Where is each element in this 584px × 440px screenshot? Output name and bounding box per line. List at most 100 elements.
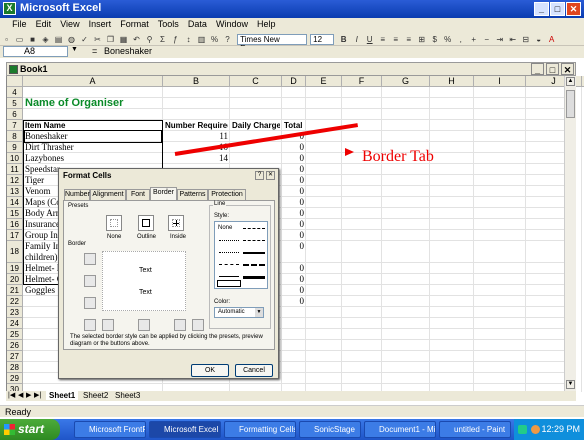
row-header[interactable]: 21 bbox=[7, 285, 23, 296]
task-excel[interactable]: Microsoft Excel bbox=[149, 421, 221, 438]
border-diagonal-down-button[interactable] bbox=[192, 319, 204, 331]
zoom-icon[interactable]: % bbox=[209, 34, 220, 45]
preset-inside-button[interactable] bbox=[168, 215, 184, 231]
menu-view[interactable]: View bbox=[57, 18, 82, 30]
row-header[interactable]: 11 bbox=[7, 164, 23, 175]
sheet-tab-1[interactable]: Sheet1 bbox=[46, 391, 79, 400]
percent-icon[interactable]: % bbox=[442, 34, 453, 45]
cell[interactable] bbox=[284, 318, 304, 329]
column-header[interactable]: E bbox=[306, 76, 342, 87]
cell[interactable]: 0 bbox=[284, 153, 305, 164]
tray-icon[interactable] bbox=[518, 425, 527, 434]
border-right-button[interactable] bbox=[174, 319, 186, 331]
align-right-icon[interactable]: ≡ bbox=[403, 34, 414, 45]
increase-decimal-icon[interactable]: + bbox=[468, 34, 479, 45]
permission-icon[interactable]: ◈ bbox=[40, 34, 51, 45]
cell[interactable] bbox=[284, 340, 304, 351]
fill-color-icon[interactable]: ◒ bbox=[533, 34, 544, 45]
minimize-icon[interactable]: _ bbox=[534, 2, 549, 16]
row-header[interactable]: 29 bbox=[7, 373, 23, 384]
close-icon[interactable]: ✕ bbox=[566, 2, 581, 16]
cell[interactable] bbox=[284, 329, 304, 340]
row-header[interactable]: 27 bbox=[7, 351, 23, 362]
cell[interactable]: 0 bbox=[284, 175, 305, 186]
cell[interactable] bbox=[25, 109, 161, 120]
cell[interactable] bbox=[284, 351, 304, 362]
row-header[interactable]: 10 bbox=[7, 153, 23, 164]
row-header[interactable]: 25 bbox=[7, 329, 23, 340]
print-preview-icon[interactable]: ◍ bbox=[66, 34, 77, 45]
outdent-icon[interactable]: ⇤ bbox=[507, 34, 518, 45]
row-header[interactable]: 28 bbox=[7, 362, 23, 373]
column-header[interactable]: H bbox=[430, 76, 474, 87]
style-option[interactable] bbox=[219, 240, 239, 241]
border-preview[interactable]: Text Text bbox=[102, 251, 186, 311]
currency-icon[interactable]: $ bbox=[429, 34, 440, 45]
print-icon[interactable]: ▤ bbox=[53, 34, 64, 45]
style-selected-option[interactable] bbox=[217, 280, 241, 287]
item-cell[interactable]: Dirt Thrasher bbox=[25, 142, 161, 153]
chart-icon[interactable]: ▥ bbox=[196, 34, 207, 45]
font-name-box[interactable]: Times New Roman bbox=[237, 34, 308, 53]
dialog-help-icon[interactable]: ? bbox=[255, 171, 264, 180]
cell[interactable] bbox=[284, 362, 304, 373]
font-color-icon[interactable]: A bbox=[546, 34, 557, 45]
merge-center-icon[interactable]: ⊞ bbox=[416, 34, 427, 45]
bold-icon[interactable]: B bbox=[338, 34, 349, 45]
borders-icon[interactable]: ⊟ bbox=[520, 34, 531, 45]
column-header[interactable]: B bbox=[163, 76, 230, 87]
border-center-button[interactable] bbox=[138, 319, 150, 331]
cell[interactable]: 0 bbox=[284, 186, 305, 197]
cell[interactable] bbox=[232, 109, 280, 120]
menu-tools[interactable]: Tools bbox=[155, 18, 182, 30]
maximize-icon[interactable]: □ bbox=[550, 2, 565, 16]
style-option[interactable] bbox=[243, 252, 265, 254]
decrease-decimal-icon[interactable]: − bbox=[481, 34, 492, 45]
line-style-list[interactable]: None bbox=[214, 221, 268, 289]
scroll-up-icon[interactable]: ▲ bbox=[566, 77, 575, 86]
font-size-box[interactable]: 12 bbox=[310, 34, 335, 45]
cell[interactable]: 0 bbox=[284, 164, 305, 175]
select-all-corner[interactable] bbox=[7, 76, 23, 87]
scroll-down-icon[interactable]: ▼ bbox=[566, 380, 575, 389]
cell[interactable]: Daily Charge bbox=[232, 120, 280, 131]
column-header[interactable]: G bbox=[382, 76, 430, 87]
column-header[interactable]: C bbox=[230, 76, 282, 87]
tab-scroll-next-icon[interactable]: ▶ bbox=[26, 391, 31, 399]
row-header[interactable]: 9 bbox=[7, 142, 23, 153]
style-option[interactable] bbox=[219, 264, 239, 265]
border-left-button[interactable] bbox=[102, 319, 114, 331]
style-option[interactable] bbox=[219, 276, 239, 277]
cell[interactable] bbox=[284, 98, 304, 109]
row-header[interactable]: 22 bbox=[7, 296, 23, 307]
task-sonicstage[interactable]: SonicStage bbox=[299, 421, 361, 438]
tab-alignment[interactable]: Alignment bbox=[90, 189, 126, 200]
cell[interactable]: 0 bbox=[284, 263, 305, 274]
save-icon[interactable]: ■ bbox=[27, 34, 38, 45]
column-header[interactable]: A bbox=[23, 76, 163, 87]
underline-icon[interactable]: U bbox=[364, 34, 375, 45]
comma-icon[interactable]: , bbox=[455, 34, 466, 45]
name-box-dropdown-icon[interactable]: ▼ bbox=[71, 46, 79, 57]
align-left-icon[interactable]: ≡ bbox=[377, 34, 388, 45]
preset-none-button[interactable] bbox=[106, 215, 122, 231]
row-header[interactable]: 26 bbox=[7, 340, 23, 351]
italic-icon[interactable]: I bbox=[351, 34, 362, 45]
row-header[interactable]: 23 bbox=[7, 307, 23, 318]
menu-window[interactable]: Window bbox=[213, 18, 251, 30]
cell[interactable] bbox=[232, 98, 280, 109]
cell[interactable]: 11 bbox=[165, 131, 228, 142]
row-header[interactable]: 16 bbox=[7, 219, 23, 230]
start-button[interactable]: start bbox=[0, 419, 60, 440]
item-cell[interactable]: Boneshaker bbox=[24, 130, 162, 143]
menu-help[interactable]: Help bbox=[254, 18, 279, 30]
cell[interactable] bbox=[284, 109, 304, 120]
workbook-close-icon[interactable]: ✕ bbox=[561, 63, 574, 75]
preset-outline-button[interactable] bbox=[138, 215, 154, 231]
row-header[interactable]: 12 bbox=[7, 175, 23, 186]
cell[interactable]: Name of Organiser bbox=[25, 98, 161, 109]
indent-icon[interactable]: ⇥ bbox=[494, 34, 505, 45]
cut-icon[interactable]: ✂ bbox=[92, 34, 103, 45]
border-middle-button[interactable] bbox=[84, 275, 96, 287]
cell[interactable] bbox=[284, 373, 304, 384]
